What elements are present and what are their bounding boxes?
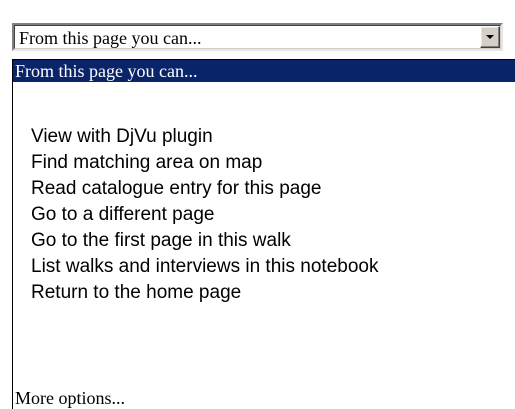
- dropdown-arrow-icon: [486, 35, 494, 39]
- action-select[interactable]: From this page you can...: [12, 23, 503, 51]
- select-frame: From this page you can...: [14, 25, 501, 49]
- option-view-djvu[interactable]: View with DjVu plugin: [13, 125, 515, 149]
- option-header[interactable]: From this page you can...: [13, 60, 515, 82]
- option-catalogue-entry[interactable]: Read catalogue entry for this page: [13, 177, 515, 201]
- option-find-on-map[interactable]: Find matching area on map: [13, 151, 515, 175]
- option-different-page[interactable]: Go to a different page: [13, 203, 515, 227]
- select-value: From this page you can...: [19, 28, 202, 48]
- dropdown-button[interactable]: [480, 26, 500, 48]
- option-home-page[interactable]: Return to the home page: [13, 281, 515, 305]
- dropdown-list: From this page you can... View with DjVu…: [12, 59, 515, 409]
- option-more-options[interactable]: More options...: [13, 387, 515, 409]
- option-list-walks[interactable]: List walks and interviews in this notebo…: [13, 255, 515, 279]
- option-first-page[interactable]: Go to the first page in this walk: [13, 229, 515, 253]
